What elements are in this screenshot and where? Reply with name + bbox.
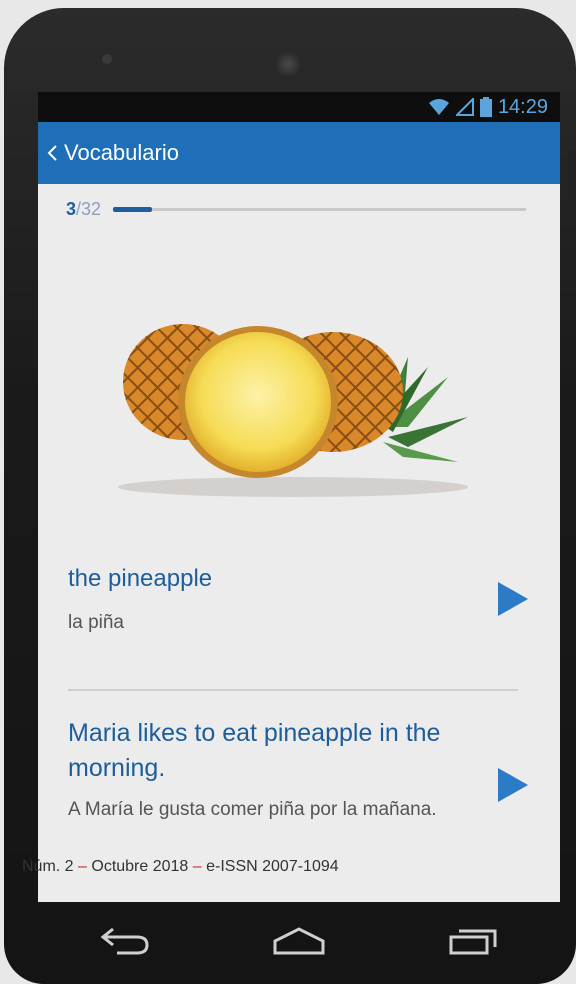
play-icon[interactable] <box>498 582 528 616</box>
phone-screen: 14:29 Vocabulario 3/32 the pineapple la … <box>38 92 560 902</box>
caption-prefix: Núm. 2 <box>22 858 79 875</box>
page-title[interactable]: Vocabulario <box>64 140 179 166</box>
example-sentence: Maria likes to eat pineapple in the morn… <box>68 719 441 782</box>
sentence-translation: A María le gusta comer piña por la mañan… <box>68 799 437 820</box>
progress-total: /32 <box>76 198 102 219</box>
battery-icon <box>479 97 492 117</box>
status-time: 14:29 <box>497 95 548 118</box>
status-bar: 14:29 <box>38 92 560 122</box>
recent-apps-icon[interactable] <box>438 920 508 960</box>
signal-icon <box>455 98 474 116</box>
progress-indicator: 3/32 <box>66 196 526 222</box>
play-icon[interactable] <box>498 768 528 802</box>
home-icon[interactable] <box>264 920 334 960</box>
power-button <box>568 150 576 212</box>
chevron-left-icon[interactable] <box>46 144 58 162</box>
progress-current: 3 <box>66 198 77 219</box>
vocabulary-translation: la piña <box>68 612 124 633</box>
vocabulary-word: the pineapple <box>68 565 213 592</box>
word-entry: the pineapple la piña <box>68 562 528 636</box>
progress-fill <box>113 206 152 212</box>
journal-caption: Núm. 2 – Octubre 2018 – e-ISSN 2007-1094 <box>22 858 339 876</box>
wifi-icon <box>428 98 450 116</box>
caption-middle: Octubre 2018 <box>86 858 193 875</box>
progress-count: 3/32 <box>66 199 101 220</box>
caption-dash-2: – <box>192 858 202 875</box>
navigation-bar <box>38 902 560 978</box>
pineapple-illustration <box>118 324 468 497</box>
back-arrow-icon[interactable] <box>90 920 160 960</box>
sentence-entry: Maria likes to eat pineapple in the morn… <box>68 716 528 823</box>
caption-suffix: e-ISSN 2007-1094 <box>201 858 339 875</box>
app-bar: Vocabulario <box>38 122 560 184</box>
caption-dash: – <box>78 858 87 875</box>
front-sensor <box>102 54 112 64</box>
divider <box>68 689 518 691</box>
front-camera <box>276 52 300 76</box>
progress-track <box>113 206 526 212</box>
